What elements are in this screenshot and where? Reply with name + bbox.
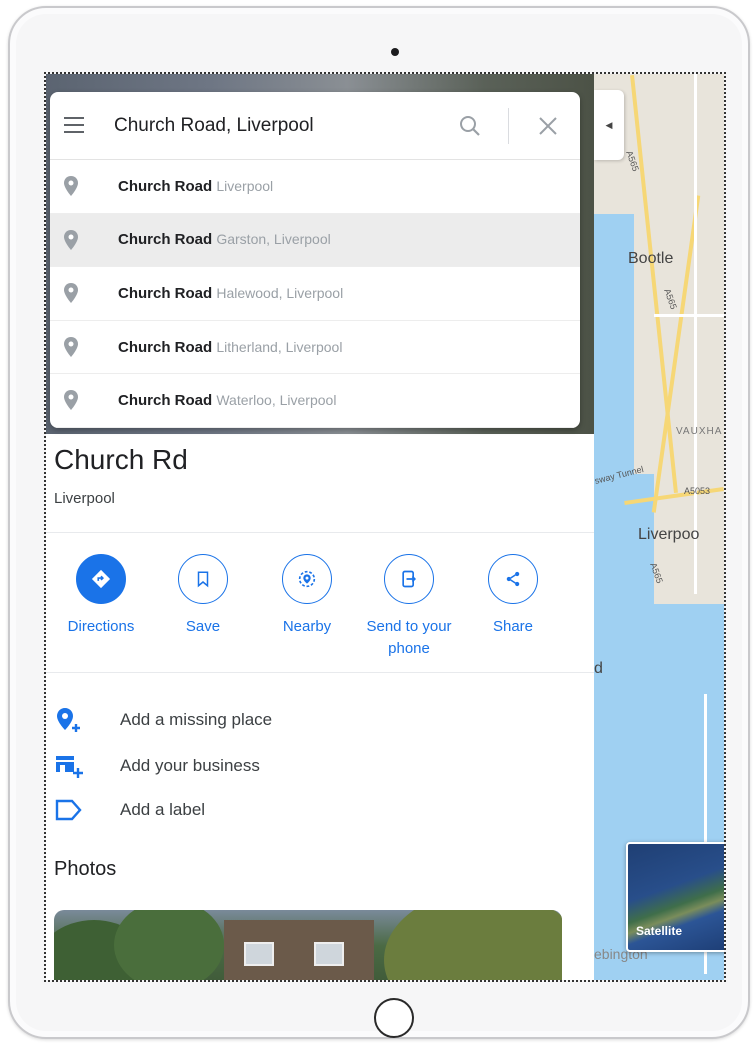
add-business-row[interactable]: Add your business: [46, 746, 594, 786]
nearby-icon: [298, 570, 316, 588]
action-label: Directions: [67, 618, 135, 635]
add-missing-place-row[interactable]: Add a missing place: [46, 700, 594, 740]
action-label: Send to your phone: [366, 618, 452, 657]
close-icon[interactable]: [536, 114, 560, 138]
directions-button[interactable]: Directions: [46, 554, 156, 638]
send-to-phone-icon: [402, 570, 417, 588]
divider: [46, 672, 594, 673]
place-photo[interactable]: [54, 910, 562, 980]
collapse-panel-button[interactable]: ◀: [594, 90, 624, 160]
location-pin-icon: [64, 390, 78, 411]
suggestion-main: Church Road: [118, 231, 213, 249]
suggestion-main: Church Road: [118, 338, 213, 356]
divider: [508, 108, 509, 144]
add-label-label: Add a label: [120, 800, 206, 819]
action-label: Save: [185, 618, 221, 635]
nearby-button[interactable]: Nearby: [252, 554, 362, 638]
suggestion-main: Church Road: [118, 177, 213, 195]
suggestion-item[interactable]: Church Road Halewood, Liverpool: [50, 267, 580, 321]
suggestion-sub: Garston, Liverpool: [216, 231, 331, 248]
location-pin-icon: [64, 283, 78, 304]
add-label-row[interactable]: Add a label: [46, 790, 594, 830]
divider: [46, 532, 594, 533]
menu-icon[interactable]: [64, 117, 84, 133]
suggestion-list: Church Road Liverpool Church Road Garston…: [50, 160, 580, 428]
action-label: Nearby: [282, 618, 332, 635]
suggestion-text: Church Road Waterloo, Liverpool: [118, 392, 336, 409]
suggestion-item[interactable]: Church Road Waterloo, Liverpool: [50, 374, 580, 428]
send-to-phone-button[interactable]: Send to your phone: [354, 554, 464, 660]
place-subtitle: Liverpool: [54, 490, 115, 507]
suggestion-sub: Halewood, Liverpool: [216, 284, 344, 301]
suggestion-main: Church Road: [118, 284, 213, 302]
suggestion-sub: Liverpool: [216, 177, 274, 194]
search-bar: [50, 92, 580, 160]
suggestion-text: Church Road Litherland, Liverpool: [118, 339, 342, 356]
search-input[interactable]: [114, 110, 414, 142]
add-business-icon: [56, 756, 83, 778]
suggestion-main: Church Road: [118, 392, 213, 410]
suggestion-text: Church Road Liverpool: [118, 178, 273, 195]
home-button[interactable]: [374, 998, 414, 1038]
map-label-bootle: Bootle: [628, 250, 674, 267]
photo-house: [224, 920, 374, 980]
suggestion-item[interactable]: Church Road Litherland, Liverpool: [50, 321, 580, 375]
front-camera: [391, 48, 399, 56]
location-pin-icon: [64, 176, 78, 196]
screen: Bootle Liverpoo VAUXHA sway Tunnel A5053…: [44, 72, 726, 982]
suggestion-item[interactable]: Church Road Liverpool: [50, 160, 580, 214]
suggestion-item[interactable]: Church Road Garston, Liverpool: [50, 213, 580, 268]
caret-left-icon: ◀: [605, 119, 613, 130]
map-label-a5053: A5053: [684, 486, 711, 496]
label-icon: [55, 799, 82, 821]
action-row: Directions Save Nearby Send to your phon…: [46, 554, 594, 664]
suggestion-sub: Waterloo, Liverpool: [216, 392, 337, 409]
photos-heading: Photos: [54, 858, 117, 880]
add-place-icon: [57, 708, 80, 732]
suggestion-sub: Litherland, Liverpool: [216, 338, 343, 355]
map-road: [694, 74, 697, 594]
share-icon: [506, 571, 520, 587]
map-label-liverpool: Liverpoo: [638, 526, 700, 543]
map-label-a565: A565: [662, 287, 679, 311]
map-label-partial: d: [594, 660, 603, 677]
place-title: Church Rd: [54, 444, 188, 475]
save-button[interactable]: Save: [148, 554, 258, 638]
search-icon[interactable]: [458, 114, 482, 138]
side-panel: Church Road LiverpoolChurch Road Garston…: [46, 74, 594, 980]
location-pin-icon: [64, 229, 78, 250]
action-label: Share: [492, 618, 534, 635]
map-road: [630, 74, 678, 494]
add-business-label: Add your business: [120, 756, 260, 775]
add-missing-place-label: Add a missing place: [120, 710, 273, 729]
suggestion-text: Church Road Garston, Liverpool: [118, 231, 331, 248]
map-label-vauxhall: VAUXHA: [676, 426, 723, 437]
satellite-label: Satellite: [636, 924, 683, 938]
map-road: [654, 314, 724, 317]
bookmark-icon: [197, 571, 209, 588]
search-card: Church Road LiverpoolChurch Road Garston…: [50, 92, 580, 428]
location-pin-icon: [64, 336, 78, 357]
directions-icon: [91, 569, 111, 589]
share-button[interactable]: Share: [458, 554, 568, 638]
suggestion-text: Church Road Halewood, Liverpool: [118, 285, 343, 302]
satellite-toggle[interactable]: Satellite: [626, 842, 724, 952]
